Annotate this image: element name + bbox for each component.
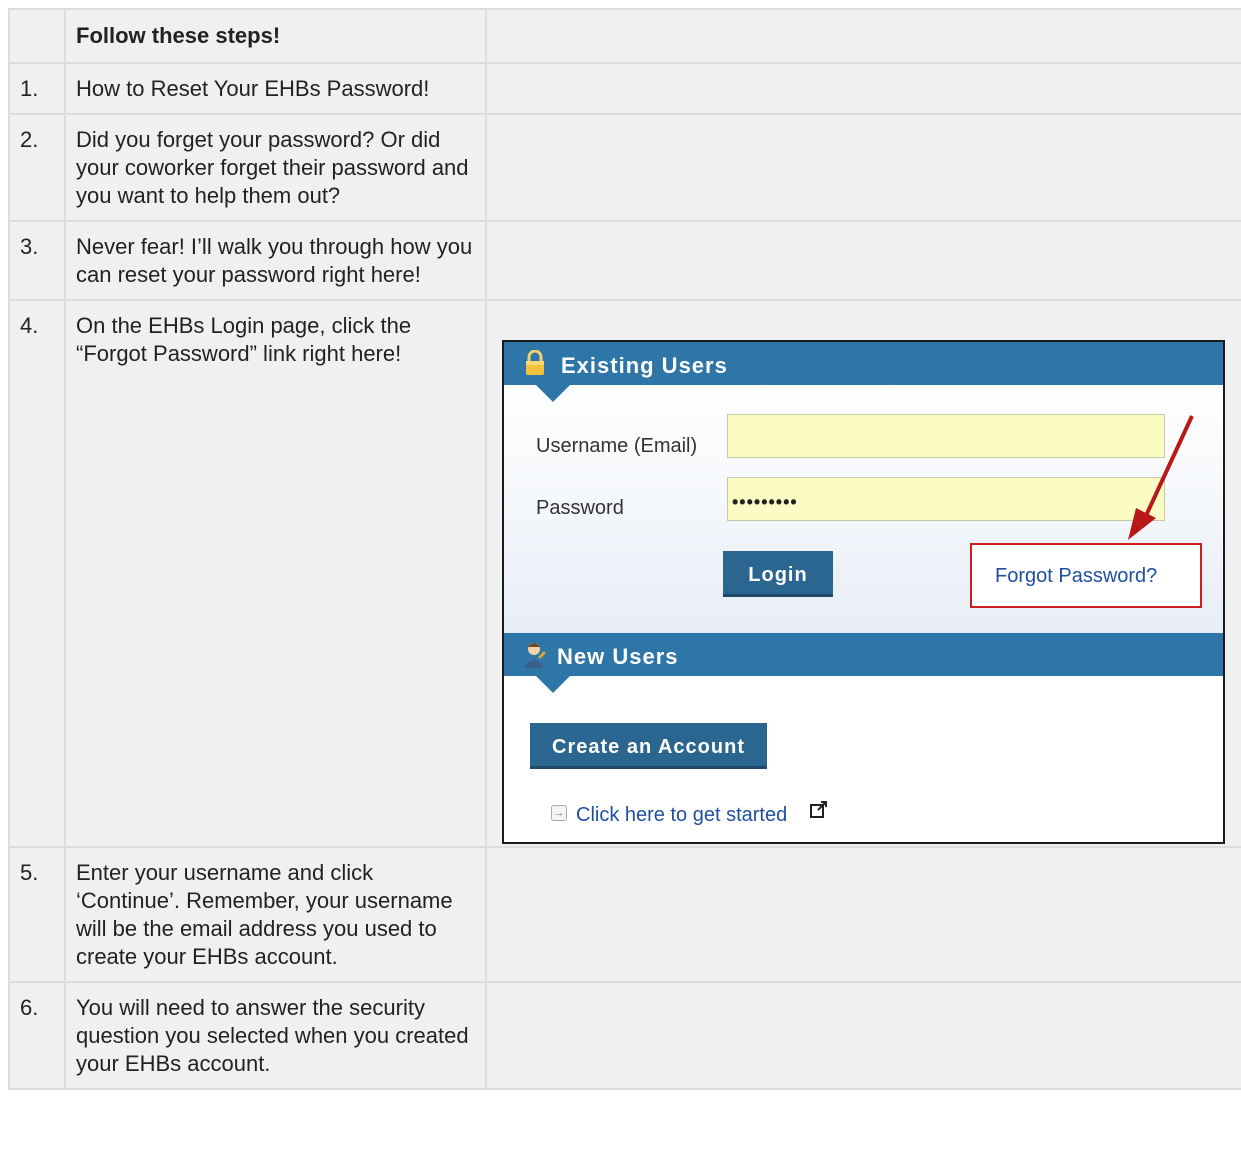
- header-num-cell: [8, 8, 66, 64]
- get-started-link[interactable]: Click here to get started: [576, 801, 787, 829]
- login-button[interactable]: Login: [723, 551, 833, 597]
- step-text: How to Reset Your EHBs Password!: [64, 62, 487, 115]
- step-text: Did you forget your password? Or did you…: [64, 113, 487, 222]
- step-row: 2. Did you forget your password? Or did …: [8, 113, 1241, 222]
- existing-users-title: Existing Users: [561, 353, 728, 378]
- existing-users-notch: [536, 385, 570, 402]
- step-number: 5.: [8, 846, 66, 983]
- login-screenshot: Existing Users Username (Email) Password…: [502, 340, 1225, 844]
- step-number: 4.: [8, 299, 66, 848]
- step-number: 6.: [8, 981, 66, 1090]
- step-text: On the EHBs Login page, click the “Forgo…: [64, 299, 487, 848]
- step-number: 1.: [8, 62, 66, 115]
- new-users-header: New Users: [504, 633, 1223, 676]
- external-link-icon: [810, 798, 828, 826]
- create-account-button[interactable]: Create an Account: [530, 723, 767, 769]
- step-image-cell: [485, 220, 1241, 301]
- step-image-cell: [485, 113, 1241, 222]
- step-row: 4. On the EHBs Login page, click the “Fo…: [8, 299, 1241, 848]
- step-image-cell: [485, 62, 1241, 115]
- step-image-cell: [485, 981, 1241, 1090]
- step-text: Never fear! I’ll walk you through how yo…: [64, 220, 487, 301]
- steps-table: Follow these steps! 1. How to Reset Your…: [8, 8, 1241, 1090]
- step-number: 2.: [8, 113, 66, 222]
- password-label: Password: [536, 497, 624, 519]
- step-image-cell: [485, 846, 1241, 983]
- password-input[interactable]: •••••••••: [727, 477, 1165, 521]
- step-text: You will need to answer the security que…: [64, 981, 487, 1090]
- step-row: 3. Never fear! I’ll walk you through how…: [8, 220, 1241, 301]
- header-row: Follow these steps!: [8, 8, 1241, 64]
- username-label: Username (Email): [536, 435, 698, 457]
- step-row: 1. How to Reset Your EHBs Password!: [8, 62, 1241, 115]
- step-image-cell: Existing Users Username (Email) Password…: [485, 299, 1241, 848]
- header-title: Follow these steps!: [64, 8, 487, 64]
- step-text: Enter your username and click ‘Continue’…: [64, 846, 487, 983]
- username-input[interactable]: [727, 414, 1165, 458]
- new-users-title: New Users: [557, 644, 679, 669]
- new-users-notch: [536, 676, 570, 693]
- forgot-password-link[interactable]: Forgot Password?: [995, 562, 1157, 590]
- existing-users-header: Existing Users: [504, 342, 1223, 385]
- red-arrow-annotation: [1128, 415, 1194, 540]
- lock-icon: [524, 349, 546, 383]
- step-row: 5. Enter your username and click ‘Contin…: [8, 846, 1241, 983]
- header-image-cell: [485, 8, 1241, 64]
- arrow-right-icon: →: [551, 805, 567, 821]
- user-icon: [522, 641, 548, 676]
- step-number: 3.: [8, 220, 66, 301]
- step-row: 6. You will need to answer the security …: [8, 981, 1241, 1090]
